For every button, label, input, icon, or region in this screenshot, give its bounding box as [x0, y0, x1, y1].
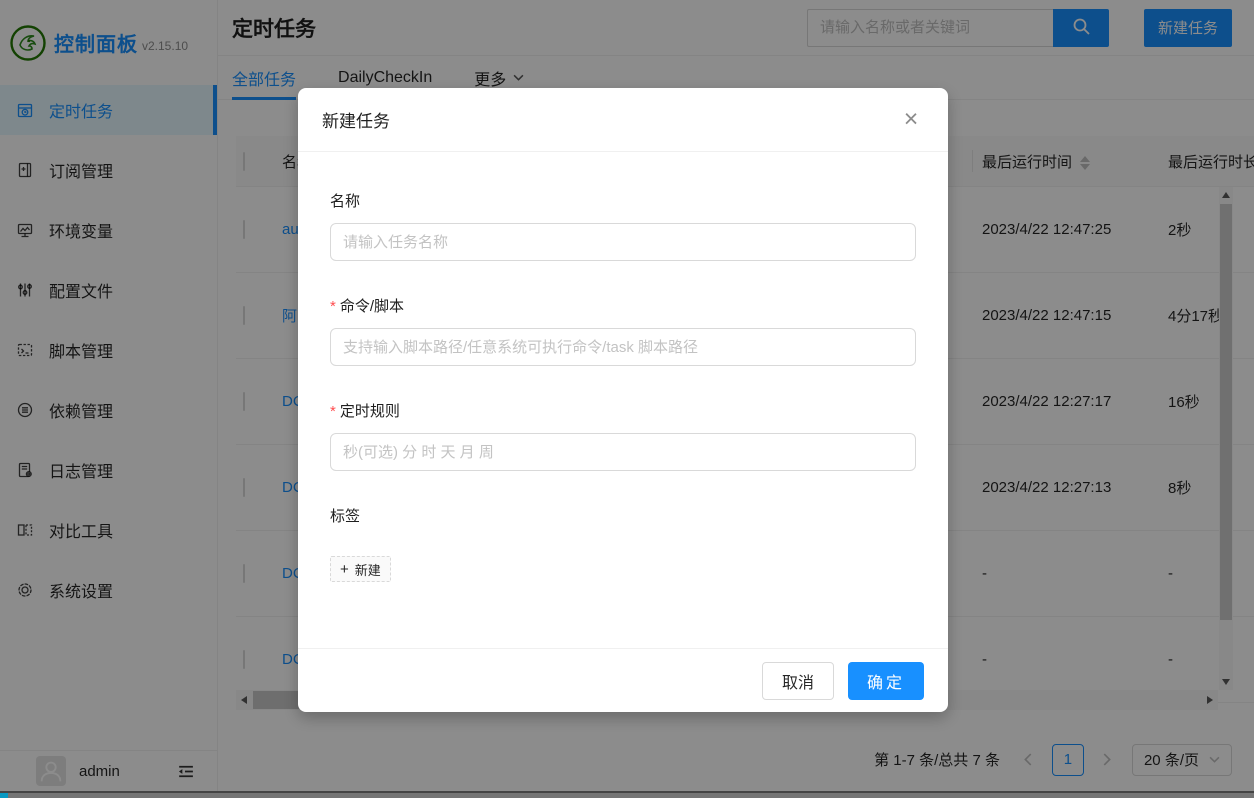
field-label: 命令/脚本 [340, 298, 404, 315]
command-input[interactable] [330, 328, 916, 366]
add-tag-label: 新建 [355, 560, 381, 579]
plus-icon: + [340, 561, 349, 578]
modal-title: 新建任务 [322, 107, 390, 132]
modal-footer: 取消 确定 [298, 648, 948, 712]
taskbar-strip [0, 791, 1254, 798]
task-name-input[interactable] [330, 223, 916, 261]
form-item-tags: 标签 + 新建 [330, 505, 916, 582]
form-item-name: 名称 [330, 190, 916, 261]
form-item-command: *命令/脚本 [330, 295, 916, 366]
tags-label: 标签 [330, 505, 916, 526]
field-label: 定时规则 [340, 403, 400, 420]
modal-header: 新建任务 × [298, 88, 948, 152]
schedule-rule-input[interactable] [330, 433, 916, 471]
cancel-button[interactable]: 取消 [762, 662, 834, 700]
taskbar-accent [0, 793, 8, 798]
field-label: 名称 [330, 190, 916, 211]
modal-body: 名称 *命令/脚本 *定时规则 标签 + 新建 [298, 152, 948, 648]
required-asterisk: * [330, 403, 336, 420]
ok-button[interactable]: 确定 [848, 662, 924, 700]
close-icon[interactable]: × [894, 102, 928, 136]
create-task-modal: 新建任务 × 名称 *命令/脚本 *定时规则 标签 + 新建 取消 确定 [298, 88, 948, 712]
form-item-schedule: *定时规则 [330, 400, 916, 471]
add-tag-button[interactable]: + 新建 [330, 556, 391, 582]
required-asterisk: * [330, 298, 336, 315]
